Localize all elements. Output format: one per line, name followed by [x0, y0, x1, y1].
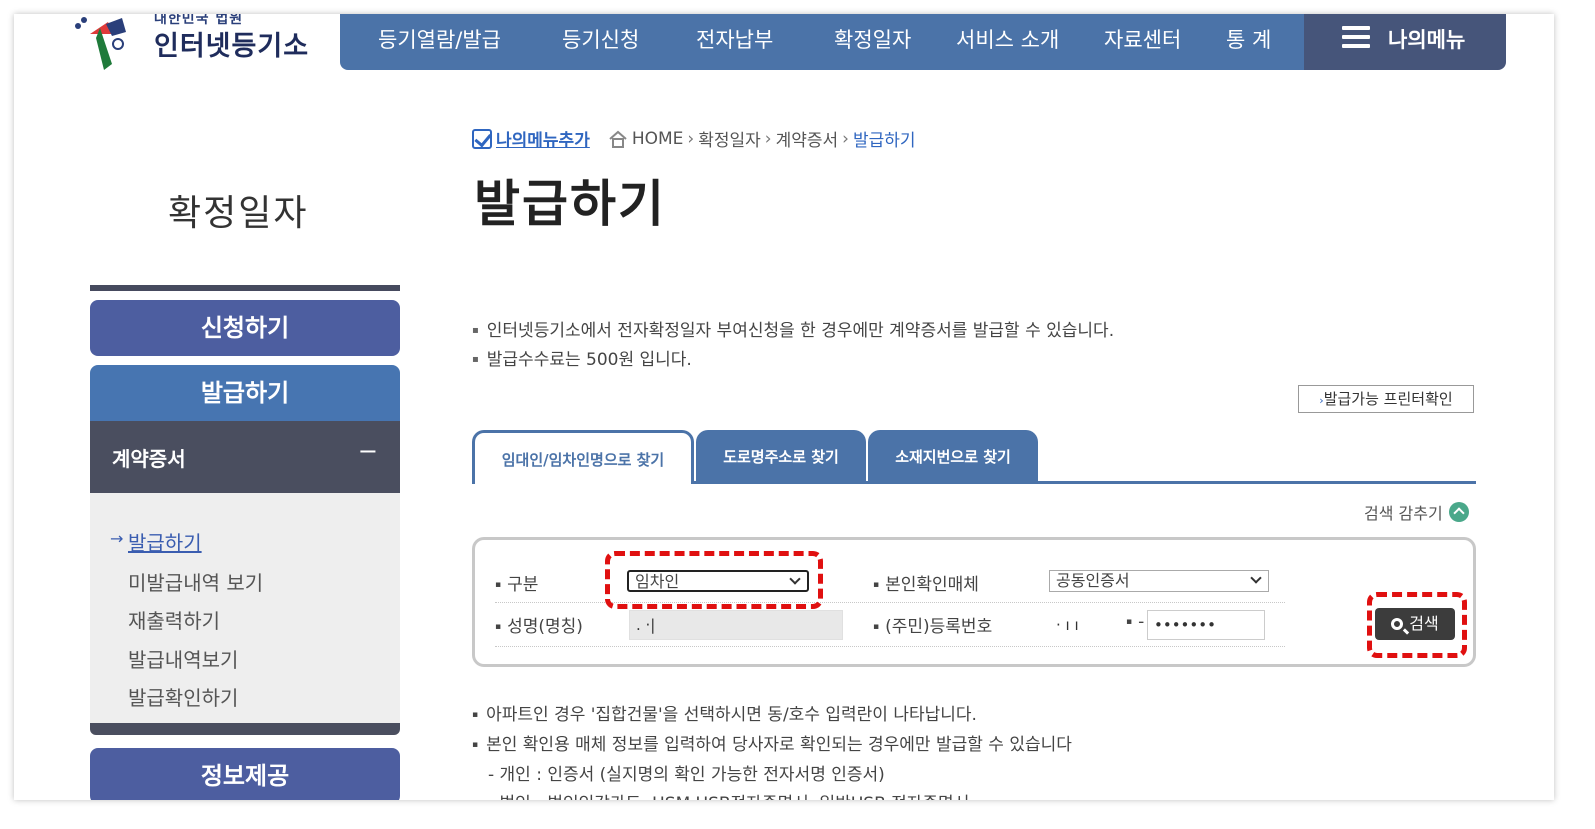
- footer-note-indent: - 개인 : 인증서 (실지명의 확인 가능한 전자서명 인증서): [488, 765, 885, 785]
- notice-text: 인터넷등기소에서 전자확정일자 부여신청을 한 경우에만 계약증서를 발급할 수…: [472, 316, 1114, 341]
- type-label: 구분: [495, 570, 538, 595]
- add-my-menu-link[interactable]: 나의메뉴추가: [496, 126, 590, 151]
- home-icon: [609, 130, 627, 148]
- nav-item-service-intro[interactable]: 서비스 소개: [956, 24, 1059, 54]
- sidebar-item-issue[interactable]: 발급하기: [128, 527, 202, 556]
- breadcrumb-fixed-date[interactable]: 확정일자: [698, 126, 761, 151]
- auth-medium-label: 본인확인매체: [873, 570, 979, 595]
- hide-search-toggle[interactable]: 검색 감추기: [1364, 500, 1469, 524]
- chevron-up-icon: [1448, 502, 1469, 522]
- highlight-type-select: [605, 551, 823, 609]
- footer-note: 본인 확인용 매체 정보를 입력하여 당사자로 확인되는 경우에만 발급할 수 …: [472, 730, 1072, 755]
- breadcrumb-separator: ›: [764, 128, 772, 149]
- breadcrumb-home[interactable]: HOME: [632, 129, 684, 149]
- hide-search-label: 검색 감추기: [1364, 504, 1443, 523]
- my-menu-button[interactable]: 나의메뉴: [1304, 14, 1506, 70]
- breadcrumb: 나의메뉴추가 HOME › 확정일자 › 계약증서 › 발급하기: [472, 126, 916, 151]
- name-input[interactable]: . ·|: [629, 610, 843, 640]
- checkbox-icon: [472, 128, 492, 149]
- collapse-icon[interactable]: −: [358, 437, 378, 465]
- nav-item-resource-center[interactable]: 자료센터: [1104, 24, 1181, 54]
- page-title: 발급하기: [474, 175, 666, 233]
- sidebar-issue-button[interactable]: 발급하기: [90, 365, 400, 421]
- tab-by-name[interactable]: 임대인/임차인명으로 찾기: [472, 430, 694, 484]
- breadcrumb-separator: ›: [687, 128, 695, 149]
- footer-note-indent: - 법인 : 법인인감카드, HSM USB전자증명서, 일반USB 전자증명서: [488, 789, 969, 800]
- regno-dash: -: [1126, 612, 1144, 632]
- tab-underline: [694, 481, 1476, 484]
- regno-front-input[interactable]: · ı ı: [1049, 610, 1123, 640]
- sidebar-divider: [90, 285, 400, 291]
- printer-check-label: 발급가능 프린터확인: [1323, 390, 1453, 408]
- nav-item-fixed-date[interactable]: 확정일자: [834, 24, 911, 54]
- sidebar-section-label: 계약증서: [112, 447, 186, 471]
- regno-dash-text: -: [1138, 612, 1145, 632]
- tab-by-road-address[interactable]: 도로명주소로 찾기: [696, 430, 866, 484]
- name-label: 성명(명칭): [495, 612, 583, 637]
- nav-item-registry-apply[interactable]: 등기신청: [562, 24, 639, 54]
- regno-back-input[interactable]: •••••••: [1147, 610, 1265, 640]
- sidebar-item-history[interactable]: 발급내역보기: [128, 644, 238, 673]
- sidebar-item-verify[interactable]: 발급확인하기: [128, 682, 238, 711]
- arrow-right-icon: →: [110, 529, 124, 548]
- page-frame: 대한민국 법원 인터넷등기소 등기열람/발급 등기신청 전자납부 확정일자 서비…: [14, 14, 1554, 800]
- sidebar-section-contract[interactable]: 계약증서 −: [90, 421, 400, 493]
- sidebar-title: 확정일자: [168, 193, 309, 234]
- sidebar-item-reprint[interactable]: 재출력하기: [128, 605, 220, 634]
- sidebar-item-unissued[interactable]: 미발급내역 보기: [128, 567, 263, 596]
- my-menu-label: 나의메뉴: [1388, 28, 1466, 52]
- hamburger-icon: [1342, 26, 1370, 48]
- chevron-down-icon: [1250, 572, 1262, 584]
- court-emblem-icon: [75, 17, 126, 70]
- auth-medium-select[interactable]: 공동인증서: [1049, 570, 1269, 592]
- highlight-search-button: [1367, 592, 1467, 658]
- printer-check-button[interactable]: ›발급가능 프린터확인: [1298, 385, 1474, 413]
- nav-item-e-payment[interactable]: 전자납부: [696, 24, 773, 54]
- row-divider: [495, 646, 1285, 647]
- tab-by-lot-number[interactable]: 소재지번으로 찾기: [868, 430, 1038, 484]
- sidebar-submenu-footer: [90, 723, 400, 735]
- sidebar-info-button[interactable]: 정보제공: [90, 748, 400, 800]
- footer-note: 아파트인 경우 '집합건물'을 선택하시면 동/호수 입력란이 나타납니다.: [472, 700, 977, 725]
- notice-text: 발급수수료는 500원 입니다.: [472, 345, 692, 370]
- breadcrumb-contract[interactable]: 계약증서: [776, 126, 839, 151]
- nav-item-registry-view[interactable]: 등기열람/발급: [378, 24, 501, 54]
- sidebar-submenu: → 발급하기 미발급내역 보기 재출력하기 발급내역보기 발급확인하기: [90, 493, 400, 723]
- breadcrumb-current: 발급하기: [852, 131, 916, 151]
- auth-medium-value: 공동인증서: [1056, 571, 1130, 590]
- logo-title: 인터넷등기소: [154, 31, 310, 62]
- global-nav: 등기열람/발급 등기신청 전자납부 확정일자 서비스 소개 자료센터 통 계: [340, 14, 1306, 70]
- regno-label: (주민)등록번호: [873, 612, 992, 637]
- site-logo[interactable]: 대한민국 법원 인터넷등기소: [70, 14, 330, 74]
- nav-item-statistics[interactable]: 통 계: [1226, 24, 1271, 54]
- breadcrumb-separator: ›: [842, 128, 849, 149]
- sidebar-apply-button[interactable]: 신청하기: [90, 300, 400, 356]
